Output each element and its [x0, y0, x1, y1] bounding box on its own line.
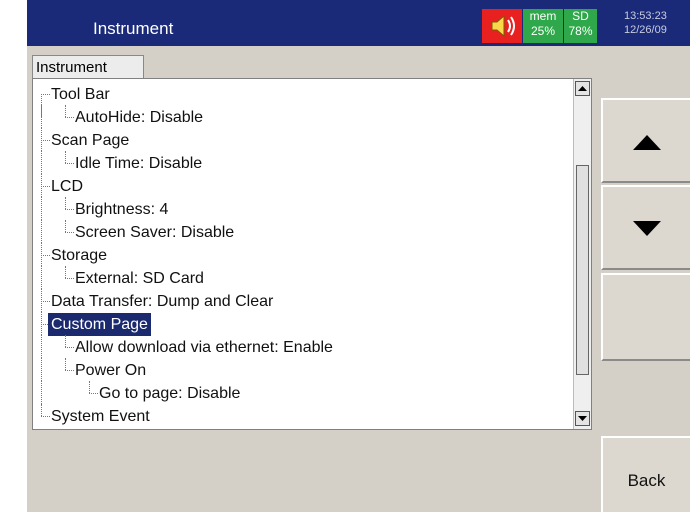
tree-connector — [65, 266, 66, 278]
blank-side-button[interactable] — [601, 273, 690, 361]
scroll-up-arrow-icon — [578, 86, 587, 91]
memory-value: 25% — [530, 24, 556, 38]
tree-connector — [41, 128, 42, 151]
tree-connector — [65, 370, 74, 371]
clock-time: 13:53:23 — [624, 10, 667, 22]
sd-label: SD — [572, 9, 589, 23]
settings-tree: Tool Bar AutoHide: Disable Scan Page Idle T… — [33, 82, 573, 427]
tree-connector — [65, 335, 66, 347]
tree-connector — [41, 381, 42, 404]
tree-connector — [41, 140, 50, 141]
sd-status: SD 78% — [564, 9, 597, 43]
tree-item-label-selected: Custom Page — [48, 313, 151, 336]
scroll-up-button[interactable] — [575, 81, 590, 96]
tree-item-label: Power On — [75, 362, 147, 379]
tree-item[interactable]: AutoHide: Disable — [33, 105, 573, 128]
tree-connector — [41, 174, 42, 197]
tree-item-label: Scan Page — [51, 132, 130, 149]
tree-connector — [41, 335, 42, 358]
tree-connector — [65, 163, 74, 164]
tree-connector — [41, 255, 50, 256]
speaker-icon — [491, 14, 515, 38]
tree-connector — [41, 220, 42, 243]
tree-item[interactable]: Go to page: Disable — [33, 381, 573, 404]
tree-connector — [41, 105, 42, 128]
tree-connector — [41, 197, 42, 220]
instrument-screen: Instrument mem 25% SD 78% 13:53:23 12/26… — [27, 0, 690, 512]
clock: 13:53:23 12/26/09 — [602, 9, 690, 43]
tree-connector — [65, 197, 66, 209]
tree-connector — [65, 151, 66, 163]
memory-status: mem 25% — [523, 9, 563, 43]
speaker-button[interactable] — [482, 9, 522, 43]
clock-date: 12/26/09 — [624, 24, 667, 36]
tree-connector — [89, 393, 98, 394]
tree-connector — [41, 289, 42, 312]
tree-item-label: LCD — [51, 178, 84, 195]
tree-item[interactable]: Scan Page — [33, 128, 573, 151]
tree-connector — [41, 266, 42, 289]
tree-item-label: External: SD Card — [75, 270, 204, 287]
tree-item-label: System Event — [51, 408, 150, 425]
tree-connector — [41, 404, 42, 416]
tree-item[interactable]: Tool Bar — [33, 82, 573, 117]
tree-item[interactable]: Power On — [33, 358, 573, 381]
tree-connector — [41, 301, 50, 302]
scroll-down-arrow-icon — [578, 416, 587, 421]
settings-tree-panel: Tool Bar AutoHide: Disable Scan Page Idle T… — [32, 78, 592, 430]
tree-connector — [41, 358, 42, 381]
tree-connector — [65, 220, 66, 232]
tree-item[interactable]: Screen Saver: Disable — [33, 220, 573, 243]
scroll-down-side-button[interactable] — [601, 185, 690, 270]
tree-item[interactable]: Storage — [33, 243, 573, 266]
tree-connector — [65, 358, 66, 370]
title-bar: Instrument mem 25% SD 78% 13:53:23 12/26… — [27, 0, 690, 46]
tree-item[interactable]: Allow download via ethernet: Enable — [33, 335, 573, 358]
tree-item-label: Tool Bar — [51, 86, 110, 103]
tree-connector — [41, 94, 50, 95]
arrow-up-icon — [633, 135, 661, 150]
tree-connector — [41, 312, 42, 335]
tree-connector — [65, 117, 74, 118]
tree-connector — [65, 232, 74, 233]
tree-item[interactable]: Custom Page — [33, 312, 573, 336]
page-title: Instrument — [93, 19, 174, 38]
tree-item-label: Screen Saver: Disable — [75, 224, 235, 241]
tree-connector — [65, 105, 66, 117]
scroll-down-button[interactable] — [575, 411, 590, 426]
vertical-scrollbar[interactable] — [573, 79, 591, 429]
tree-item[interactable]: External: SD Card — [33, 266, 573, 289]
tree-item[interactable]: Idle Time: Disable — [33, 151, 573, 174]
tree-item-label: Storage — [51, 247, 108, 264]
arrow-down-icon — [633, 221, 661, 236]
tree-connector — [41, 151, 42, 174]
memory-label: mem — [529, 9, 557, 23]
tree-item-label: Data Transfer: Dump and Clear — [51, 293, 274, 310]
tab-instrument[interactable]: Instrument — [32, 55, 144, 79]
back-button[interactable]: Back — [601, 436, 690, 512]
scrollbar-thumb[interactable] — [576, 165, 589, 375]
tree-item[interactable]: LCD — [33, 174, 573, 197]
tree-item-label: Idle Time: Disable — [75, 155, 203, 172]
tab-label: Instrument — [36, 59, 107, 76]
back-button-label: Back — [627, 471, 666, 490]
tree-connector — [65, 278, 74, 279]
scroll-up-side-button[interactable] — [601, 98, 690, 183]
tree-item[interactable]: Brightness: 4 — [33, 197, 573, 220]
tree-item-label: Go to page: Disable — [99, 385, 241, 402]
sd-value: 78% — [568, 24, 593, 38]
tree-connector — [41, 243, 42, 266]
tree-item[interactable]: System Event — [33, 404, 573, 427]
tree-item-label: Allow download via ethernet: Enable — [75, 339, 333, 356]
tree-item[interactable]: Data Transfer: Dump and Clear — [33, 289, 573, 312]
tree-connector — [65, 347, 74, 348]
tree-connector — [65, 209, 74, 210]
tree-item-label: AutoHide: Disable — [75, 109, 204, 126]
tree-item-label: Brightness: 4 — [75, 201, 169, 218]
tree-connector — [41, 186, 50, 187]
tree-connector — [41, 416, 50, 417]
tree-connector — [89, 381, 90, 393]
